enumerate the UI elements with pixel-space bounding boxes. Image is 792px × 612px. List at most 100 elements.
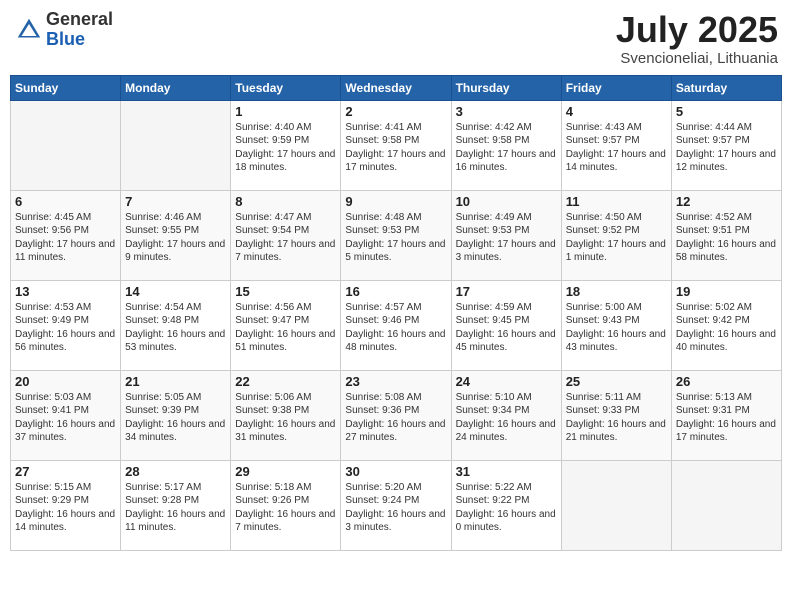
day-number: 7 bbox=[125, 194, 226, 209]
day-info: Sunrise: 5:15 AMSunset: 9:29 PMDaylight:… bbox=[15, 481, 116, 535]
day-info: Sunrise: 4:59 AMSunset: 9:45 PMDaylight:… bbox=[456, 301, 557, 355]
day-info: Sunrise: 5:00 AMSunset: 9:43 PMDaylight:… bbox=[566, 301, 667, 355]
day-number: 5 bbox=[676, 104, 777, 119]
calendar-cell: 3 Sunrise: 4:42 AMSunset: 9:58 PMDaylight… bbox=[451, 100, 561, 190]
day-info: Sunrise: 4:49 AMSunset: 9:53 PMDaylight:… bbox=[456, 211, 557, 265]
day-info: Sunrise: 4:40 AMSunset: 9:59 PMDaylight:… bbox=[235, 121, 336, 175]
day-number: 29 bbox=[235, 464, 336, 479]
calendar-cell: 9 Sunrise: 4:48 AMSunset: 9:53 PMDaylight… bbox=[341, 190, 451, 280]
calendar-cell: 17 Sunrise: 4:59 AMSunset: 9:45 PMDayligh… bbox=[451, 280, 561, 370]
calendar-week-row: 6 Sunrise: 4:45 AMSunset: 9:56 PMDaylight… bbox=[11, 190, 782, 280]
weekday-header: Thursday bbox=[451, 75, 561, 100]
calendar-cell: 10 Sunrise: 4:49 AMSunset: 9:53 PMDayligh… bbox=[451, 190, 561, 280]
day-number: 28 bbox=[125, 464, 226, 479]
day-number: 1 bbox=[235, 104, 336, 119]
day-number: 8 bbox=[235, 194, 336, 209]
calendar-cell: 30Sunrise: 5:20 AMSunset: 9:24 PMDayligh… bbox=[341, 460, 451, 550]
day-number: 21 bbox=[125, 374, 226, 389]
calendar-cell bbox=[671, 460, 781, 550]
calendar-cell: 7 Sunrise: 4:46 AMSunset: 9:55 PMDaylight… bbox=[121, 190, 231, 280]
calendar-cell: 15 Sunrise: 4:56 AMSunset: 9:47 PMDayligh… bbox=[231, 280, 341, 370]
day-info: Sunrise: 4:44 AMSunset: 9:57 PMDaylight:… bbox=[676, 121, 777, 175]
page-header: General Blue July 2025 Svencioneliai, Li… bbox=[10, 10, 782, 67]
day-number: 22 bbox=[235, 374, 336, 389]
day-number: 17 bbox=[456, 284, 557, 299]
logo-icon bbox=[14, 15, 44, 45]
logo: General Blue bbox=[14, 10, 113, 50]
day-number: 10 bbox=[456, 194, 557, 209]
calendar-cell: 26Sunrise: 5:13 AMSunset: 9:31 PMDayligh… bbox=[671, 370, 781, 460]
day-number: 24 bbox=[456, 374, 557, 389]
day-number: 9 bbox=[345, 194, 446, 209]
day-info: Sunrise: 5:20 AMSunset: 9:24 PMDaylight:… bbox=[345, 481, 446, 535]
calendar-cell: 18Sunrise: 5:00 AMSunset: 9:43 PMDayligh… bbox=[561, 280, 671, 370]
day-info: Sunrise: 4:52 AMSunset: 9:51 PMDaylight:… bbox=[676, 211, 777, 265]
day-info: Sunrise: 5:18 AMSunset: 9:26 PMDaylight:… bbox=[235, 481, 336, 535]
calendar-cell: 20 Sunrise: 5:03 AMSunset: 9:41 PMDayligh… bbox=[11, 370, 121, 460]
day-info: Sunrise: 4:45 AMSunset: 9:56 PMDaylight:… bbox=[15, 211, 116, 265]
day-info: Sunrise: 4:50 AMSunset: 9:52 PMDaylight:… bbox=[566, 211, 667, 265]
day-info: Sunrise: 5:03 AMSunset: 9:41 PMDaylight:… bbox=[15, 391, 116, 445]
calendar-cell: 25Sunrise: 5:11 AMSunset: 9:33 PMDayligh… bbox=[561, 370, 671, 460]
day-number: 13 bbox=[15, 284, 116, 299]
calendar-cell: 27 Sunrise: 5:15 AMSunset: 9:29 PMDayligh… bbox=[11, 460, 121, 550]
weekday-header: Monday bbox=[121, 75, 231, 100]
calendar-cell: 4 Sunrise: 4:43 AMSunset: 9:57 PMDaylight… bbox=[561, 100, 671, 190]
calendar-week-row: 27 Sunrise: 5:15 AMSunset: 9:29 PMDayligh… bbox=[11, 460, 782, 550]
day-info: Sunrise: 4:57 AMSunset: 9:46 PMDaylight:… bbox=[345, 301, 446, 355]
calendar-cell: 13 Sunrise: 4:53 AMSunset: 9:49 PMDayligh… bbox=[11, 280, 121, 370]
day-info: Sunrise: 5:13 AMSunset: 9:31 PMDaylight:… bbox=[676, 391, 777, 445]
day-number: 15 bbox=[235, 284, 336, 299]
day-number: 14 bbox=[125, 284, 226, 299]
day-info: Sunrise: 4:42 AMSunset: 9:58 PMDaylight:… bbox=[456, 121, 557, 175]
weekday-header: Tuesday bbox=[231, 75, 341, 100]
calendar-cell bbox=[121, 100, 231, 190]
logo-general: General bbox=[46, 10, 113, 30]
calendar-cell bbox=[561, 460, 671, 550]
calendar-cell: 2 Sunrise: 4:41 AMSunset: 9:58 PMDaylight… bbox=[341, 100, 451, 190]
day-info: Sunrise: 4:53 AMSunset: 9:49 PMDaylight:… bbox=[15, 301, 116, 355]
day-info: Sunrise: 5:17 AMSunset: 9:28 PMDaylight:… bbox=[125, 481, 226, 535]
day-number: 11 bbox=[566, 194, 667, 209]
day-number: 3 bbox=[456, 104, 557, 119]
calendar-cell: 5 Sunrise: 4:44 AMSunset: 9:57 PMDaylight… bbox=[671, 100, 781, 190]
calendar-cell: 11 Sunrise: 4:50 AMSunset: 9:52 PMDayligh… bbox=[561, 190, 671, 280]
weekday-header: Friday bbox=[561, 75, 671, 100]
calendar-cell: 14 Sunrise: 4:54 AMSunset: 9:48 PMDayligh… bbox=[121, 280, 231, 370]
day-number: 20 bbox=[15, 374, 116, 389]
month-title: July 2025 bbox=[616, 10, 778, 50]
calendar-cell: 12Sunrise: 4:52 AMSunset: 9:51 PMDayligh… bbox=[671, 190, 781, 280]
day-number: 25 bbox=[566, 374, 667, 389]
calendar-cell: 8Sunrise: 4:47 AMSunset: 9:54 PMDaylight… bbox=[231, 190, 341, 280]
day-info: Sunrise: 4:48 AMSunset: 9:53 PMDaylight:… bbox=[345, 211, 446, 265]
day-info: Sunrise: 4:41 AMSunset: 9:58 PMDaylight:… bbox=[345, 121, 446, 175]
calendar-cell: 28 Sunrise: 5:17 AMSunset: 9:28 PMDayligh… bbox=[121, 460, 231, 550]
calendar-week-row: 20 Sunrise: 5:03 AMSunset: 9:41 PMDayligh… bbox=[11, 370, 782, 460]
weekday-header: Sunday bbox=[11, 75, 121, 100]
calendar-week-row: 13 Sunrise: 4:53 AMSunset: 9:49 PMDayligh… bbox=[11, 280, 782, 370]
calendar-cell: 31Sunrise: 5:22 AMSunset: 9:22 PMDayligh… bbox=[451, 460, 561, 550]
day-info: Sunrise: 5:10 AMSunset: 9:34 PMDaylight:… bbox=[456, 391, 557, 445]
calendar-cell: 6 Sunrise: 4:45 AMSunset: 9:56 PMDaylight… bbox=[11, 190, 121, 280]
weekday-header: Wednesday bbox=[341, 75, 451, 100]
day-info: Sunrise: 5:05 AMSunset: 9:39 PMDaylight:… bbox=[125, 391, 226, 445]
calendar-week-row: 1 Sunrise: 4:40 AMSunset: 9:59 PMDaylight… bbox=[11, 100, 782, 190]
day-number: 23 bbox=[345, 374, 446, 389]
day-info: Sunrise: 5:06 AMSunset: 9:38 PMDaylight:… bbox=[235, 391, 336, 445]
calendar-cell: 19Sunrise: 5:02 AMSunset: 9:42 PMDayligh… bbox=[671, 280, 781, 370]
day-info: Sunrise: 4:43 AMSunset: 9:57 PMDaylight:… bbox=[566, 121, 667, 175]
day-info: Sunrise: 4:54 AMSunset: 9:48 PMDaylight:… bbox=[125, 301, 226, 355]
calendar-cell: 1 Sunrise: 4:40 AMSunset: 9:59 PMDaylight… bbox=[231, 100, 341, 190]
day-info: Sunrise: 4:56 AMSunset: 9:47 PMDaylight:… bbox=[235, 301, 336, 355]
logo-blue: Blue bbox=[46, 30, 113, 50]
day-number: 2 bbox=[345, 104, 446, 119]
calendar-cell bbox=[11, 100, 121, 190]
day-number: 4 bbox=[566, 104, 667, 119]
day-info: Sunrise: 4:46 AMSunset: 9:55 PMDaylight:… bbox=[125, 211, 226, 265]
day-number: 27 bbox=[15, 464, 116, 479]
calendar-cell: 16 Sunrise: 4:57 AMSunset: 9:46 PMDayligh… bbox=[341, 280, 451, 370]
day-number: 6 bbox=[15, 194, 116, 209]
day-number: 16 bbox=[345, 284, 446, 299]
logo-text: General Blue bbox=[46, 10, 113, 50]
day-info: Sunrise: 5:02 AMSunset: 9:42 PMDaylight:… bbox=[676, 301, 777, 355]
